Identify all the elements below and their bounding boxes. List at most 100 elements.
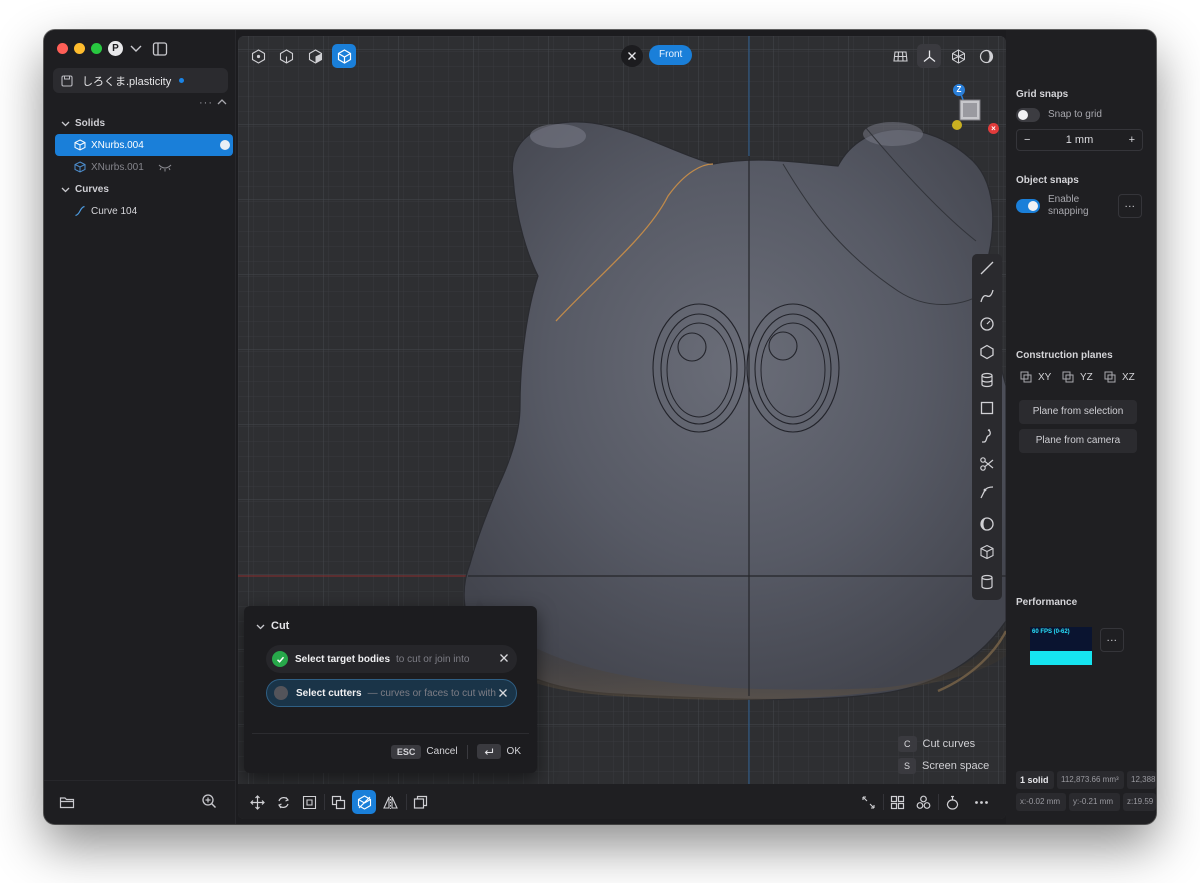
outliner-item-xnurbs-001[interactable]: XNurbs.001	[44, 156, 236, 178]
box-tool-icon[interactable]	[979, 544, 995, 560]
hidden-eye-icon[interactable]	[158, 162, 172, 172]
components-button[interactable]	[911, 790, 935, 814]
3d-viewport[interactable]: Z × Front Cut Select target bodies to cu…	[238, 36, 1006, 819]
rotate-button[interactable]	[271, 790, 295, 814]
select-cutters-step[interactable]: Select cutters — curves or faces to cut …	[266, 679, 517, 707]
vertex-select-button[interactable]	[246, 44, 270, 68]
edge-select-button[interactable]	[274, 44, 298, 68]
window-controls	[57, 43, 102, 54]
move-button[interactable]	[245, 790, 269, 814]
fillet-curve-icon[interactable]	[979, 484, 995, 500]
enable-snapping-toggle[interactable]	[1016, 199, 1040, 213]
rectangle-tool-icon[interactable]	[979, 400, 995, 416]
duplicate-button[interactable]	[326, 790, 350, 814]
divider	[324, 794, 325, 810]
more-options-button[interactable]	[969, 790, 993, 814]
coordinate-x: x:-0.02 mm	[1016, 793, 1066, 811]
plane-label: XY	[1038, 371, 1052, 383]
ok-button[interactable]: OK	[507, 746, 521, 757]
area-readout: 12,388	[1127, 771, 1156, 789]
plane-yz-button[interactable]: YZ	[1062, 371, 1093, 383]
polygon-tool-icon[interactable]	[979, 344, 995, 360]
cancel-button[interactable]: Cancel	[426, 746, 457, 757]
solid-count: 1 solid	[1016, 771, 1054, 789]
outliner-item-xnurbs-004[interactable]: XNurbs.004	[55, 134, 233, 156]
visibility-toggle[interactable]	[220, 140, 230, 150]
cylinder-solid-icon[interactable]	[979, 574, 995, 590]
circle-tool-icon[interactable]	[979, 316, 995, 332]
plane-xy-button[interactable]: XY	[1020, 371, 1051, 383]
render-mode-button[interactable]	[974, 44, 998, 68]
group-curves[interactable]: Curves	[44, 178, 236, 200]
sidebar-toggle-icon[interactable]	[152, 41, 168, 57]
curve-tool-icon[interactable]	[979, 288, 995, 304]
chevron-down-icon[interactable]	[129, 41, 143, 55]
hint-cut-curves[interactable]: C Cut curves	[898, 736, 975, 752]
more-icon[interactable]: ···	[199, 97, 213, 109]
enter-key-icon	[476, 744, 501, 759]
material-button[interactable]	[940, 790, 964, 814]
array-button[interactable]	[408, 790, 432, 814]
spiral-tool-icon[interactable]	[979, 428, 995, 444]
cut-dialog-header[interactable]: Cut	[256, 620, 289, 632]
snap-points-button[interactable]	[856, 790, 880, 814]
plane-icon	[1020, 371, 1032, 383]
cut-button[interactable]	[352, 790, 376, 814]
face-select-button[interactable]	[303, 44, 327, 68]
boolean-icon[interactable]	[979, 516, 995, 532]
sidebar-footer	[44, 780, 236, 824]
mirror-button[interactable]	[378, 790, 402, 814]
decrement-button[interactable]: −	[1024, 134, 1030, 146]
axes-toggle-button[interactable]	[917, 44, 941, 68]
group-label: Solids	[75, 117, 106, 129]
check-icon	[272, 651, 288, 667]
grid-toggle-button[interactable]	[888, 44, 912, 68]
toggle-knob	[1018, 110, 1028, 120]
hint-label: Screen space	[922, 760, 990, 772]
clear-selection-icon[interactable]	[499, 653, 509, 663]
close-icon	[628, 52, 636, 60]
line-tool-icon[interactable]	[979, 260, 995, 276]
performance-options-button[interactable]: ...	[1100, 628, 1124, 652]
minimize-window-button[interactable]	[74, 43, 85, 54]
maximize-window-button[interactable]	[91, 43, 102, 54]
gizmo-x-close-icon[interactable]: ×	[988, 123, 999, 134]
divider	[938, 794, 939, 810]
scissors-icon[interactable]	[979, 456, 995, 472]
move-icon	[249, 794, 265, 810]
plane-from-selection-button[interactable]: Plane from selection	[1019, 400, 1137, 424]
xray-toggle-button[interactable]	[946, 44, 970, 68]
gizmo-z-label[interactable]: Z	[953, 84, 965, 96]
view-name-badge[interactable]: Front	[649, 45, 693, 65]
hint-screen-space[interactable]: S Screen space	[898, 758, 989, 774]
exit-view-button[interactable]	[621, 45, 643, 67]
fps-bar	[1030, 651, 1092, 665]
snap-to-grid-toggle[interactable]	[1016, 108, 1040, 122]
zoom-in-icon[interactable]	[201, 793, 217, 809]
group-solids[interactable]: Solids	[44, 112, 236, 134]
scale-button[interactable]	[297, 790, 321, 814]
profile-avatar[interactable]: P	[108, 41, 123, 56]
command-toolbar	[238, 784, 1006, 819]
select-target-bodies-step[interactable]: Select target bodies to cut or join into	[266, 645, 517, 673]
solid-select-button[interactable]	[332, 44, 356, 68]
folder-icon[interactable]	[59, 795, 75, 809]
coordinate-z: z:19.59	[1123, 793, 1156, 811]
chevron-up-icon[interactable]	[216, 96, 228, 108]
grid-size-stepper[interactable]: − 1 mm +	[1016, 129, 1143, 151]
snap-options-button[interactable]: ...	[1118, 194, 1142, 218]
plane-from-camera-button[interactable]: Plane from camera	[1019, 429, 1137, 453]
gizmo-y-dot[interactable]	[952, 120, 962, 130]
curve-icon	[75, 205, 85, 217]
outliner-item-curve-104[interactable]: Curve 104	[44, 200, 236, 222]
clear-selection-icon[interactable]	[498, 688, 508, 698]
close-window-button[interactable]	[57, 43, 68, 54]
chevron-down-icon	[61, 187, 70, 192]
file-tab[interactable]: しろくま.plasticity	[53, 68, 228, 93]
viewport-layout-button[interactable]	[885, 790, 909, 814]
plane-xz-button[interactable]: XZ	[1104, 371, 1135, 383]
increment-button[interactable]: +	[1129, 134, 1135, 146]
divider	[883, 794, 884, 810]
cylinder-tool-icon[interactable]	[979, 372, 995, 388]
properties-panel: Grid snaps Snap to grid − 1 mm + Object …	[1006, 30, 1156, 824]
